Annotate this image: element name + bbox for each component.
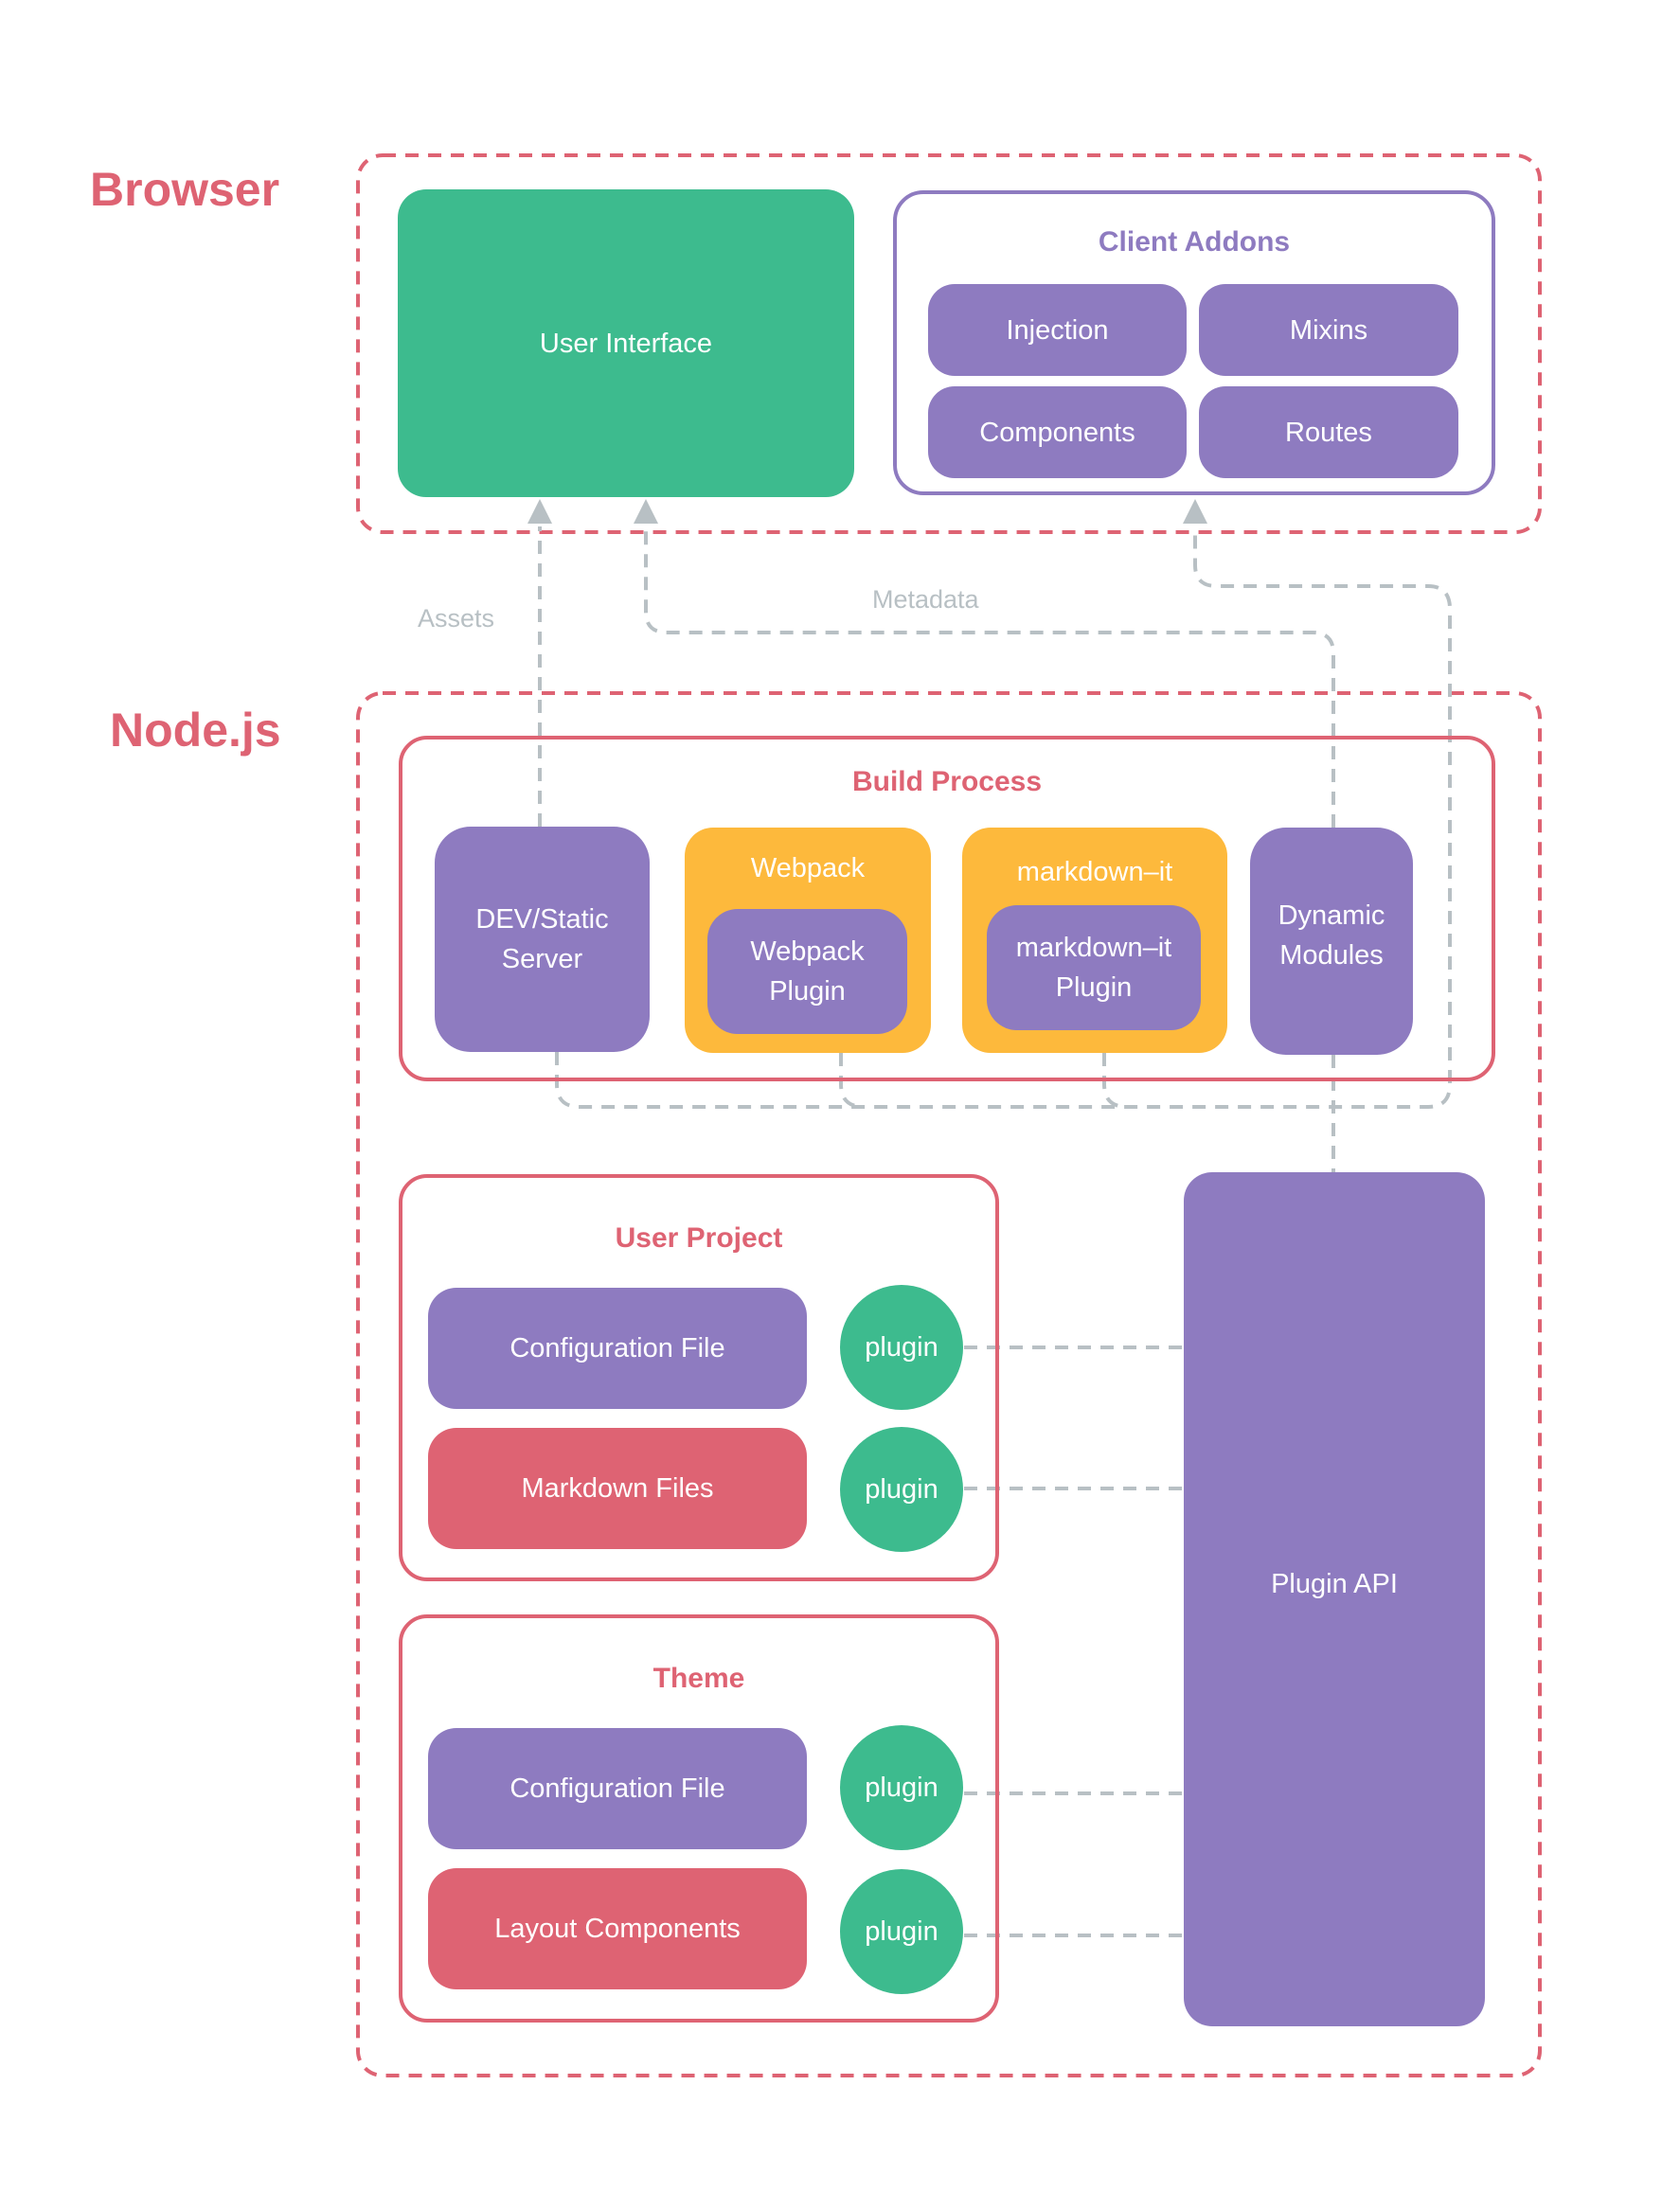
user-interface-label: User Interface bbox=[539, 328, 713, 359]
user-project-markdown-files-label: Markdown Files bbox=[521, 1473, 714, 1504]
client-addons-title: Client Addons bbox=[1098, 226, 1291, 258]
theme-config-file-label: Configuration File bbox=[509, 1773, 725, 1804]
theme-layout-components-label: Layout Components bbox=[494, 1914, 741, 1944]
theme-layout-components[interactable]: Layout Components bbox=[428, 1868, 807, 1989]
client-addon-routes[interactable]: Routes bbox=[1199, 386, 1458, 478]
client-addon-mixins-label: Mixins bbox=[1289, 314, 1368, 346]
webpack-title: Webpack bbox=[750, 853, 866, 883]
dev-static-server-box[interactable]: DEV/Static Server bbox=[435, 827, 650, 1052]
user-project-config-file[interactable]: Configuration File bbox=[428, 1288, 807, 1409]
client-addons-arrowhead-icon bbox=[1183, 499, 1207, 524]
theme-title: Theme bbox=[652, 1663, 745, 1694]
markdown-it-plugin-box[interactable]: markdown–it Plugin bbox=[987, 905, 1201, 1030]
plugin-label: plugin bbox=[865, 1332, 938, 1363]
user-project-markdown-files[interactable]: Markdown Files bbox=[428, 1428, 807, 1549]
dev-static-server-label: DEV/Static Server bbox=[475, 904, 609, 974]
nodejs-region-label: Node.js bbox=[110, 704, 281, 757]
theme-layout-plugin[interactable]: plugin bbox=[840, 1869, 963, 1994]
client-addon-components-label: Components bbox=[979, 417, 1135, 448]
user-interface-box[interactable]: User Interface bbox=[398, 189, 854, 497]
build-process-title: Build Process bbox=[851, 766, 1043, 797]
theme-config-file[interactable]: Configuration File bbox=[428, 1728, 807, 1849]
plugin-label: plugin bbox=[865, 1474, 938, 1505]
browser-region-label: Browser bbox=[90, 163, 280, 216]
theme-config-plugin[interactable]: plugin bbox=[840, 1725, 963, 1850]
client-addon-components[interactable]: Components bbox=[928, 386, 1187, 478]
user-project-config-file-label: Configuration File bbox=[509, 1333, 725, 1363]
dynamic-modules-box[interactable]: Dynamic Modules bbox=[1250, 828, 1413, 1055]
user-project-title: User Project bbox=[615, 1222, 783, 1254]
metadata-arrowhead-icon bbox=[634, 499, 658, 524]
webpack-plugin-box[interactable]: Webpack Plugin bbox=[707, 909, 907, 1034]
plugin-label: plugin bbox=[865, 1773, 938, 1803]
assets-arrowhead-icon bbox=[527, 499, 552, 524]
dynamic-modules-label: Dynamic Modules bbox=[1278, 900, 1385, 971]
metadata-edge-label: Metadata bbox=[872, 585, 979, 614]
plugin-api-label: Plugin API bbox=[1271, 1569, 1398, 1599]
webpack-plugin-label: Webpack Plugin bbox=[750, 936, 865, 1007]
client-addon-injection-label: Injection bbox=[1006, 314, 1109, 346]
markdown-it-plugin-label: markdown–it Plugin bbox=[1015, 933, 1172, 1003]
client-addon-routes-label: Routes bbox=[1285, 417, 1372, 448]
assets-edge-label: Assets bbox=[418, 604, 495, 633]
user-project-markdown-plugin[interactable]: plugin bbox=[840, 1427, 963, 1552]
markdown-it-title: markdown–it bbox=[1016, 857, 1173, 887]
plugin-label: plugin bbox=[865, 1916, 938, 1947]
architecture-diagram: Browser Node.js User Interface Client Ad… bbox=[0, 0, 1680, 2210]
plugin-api-box[interactable]: Plugin API bbox=[1184, 1172, 1485, 2026]
client-addon-mixins[interactable]: Mixins bbox=[1199, 284, 1458, 376]
user-project-config-plugin[interactable]: plugin bbox=[840, 1285, 963, 1410]
client-addon-injection[interactable]: Injection bbox=[928, 284, 1187, 376]
